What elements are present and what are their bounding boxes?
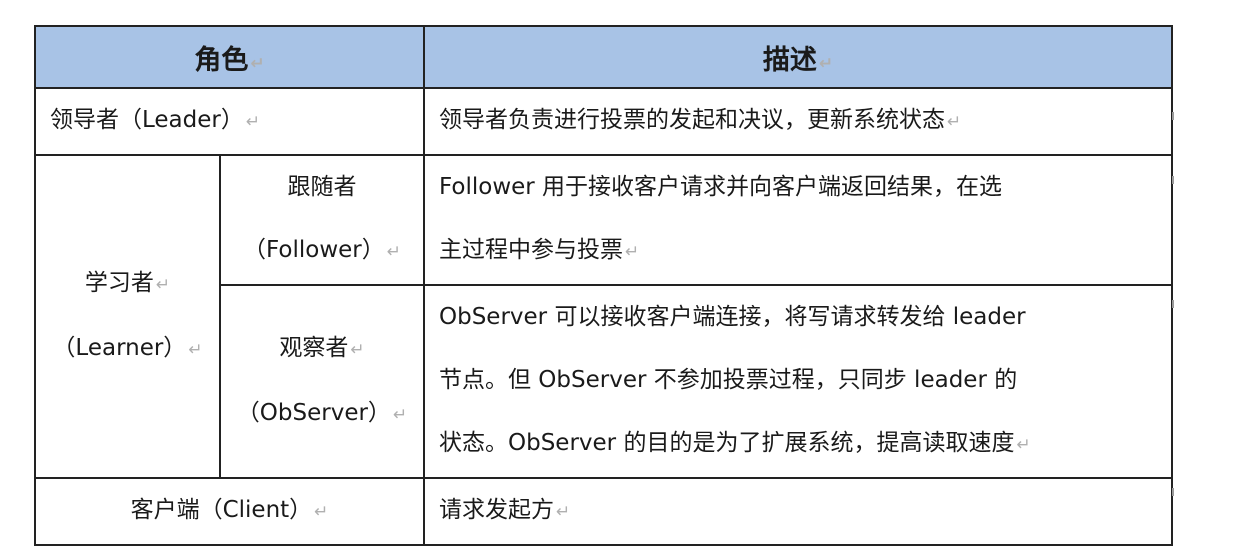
role-header-text: 角色 <box>194 44 249 76</box>
return-mark: ↵ <box>818 53 834 74</box>
learner-name-line: 学习者 ↵ <box>36 252 219 317</box>
return-mark: ↵ <box>250 53 265 74</box>
follower-desc-cell: Follower 用于接收客户请求并向客户端返回结果，在选 主过程中参与投票 ↵ <box>423 154 1173 286</box>
follower-role-cell: 跟随者 （Follower） ↵ <box>219 154 425 286</box>
learner-en-line: （Learner） ↵ <box>36 317 219 382</box>
observer-en-line: （ObServer） ↵ <box>221 382 423 447</box>
leader-desc-text: 领导者负责进行投票的发起和决议，更新系统状态 <box>439 107 945 133</box>
follower-desc-line: Follower 用于接收客户请求并向客户端返回结果，在选 <box>439 174 1003 200</box>
return-mark: ↵ <box>188 339 203 360</box>
client-row: 客户端（Client） ↵ 请求发起方 ↵ <box>34 477 1173 546</box>
role-header: 角色 ↵ <box>34 25 425 89</box>
learner-en: （Learner） <box>52 334 187 361</box>
return-mark: ↵ <box>386 242 401 262</box>
follower-row: 学习者 ↵ （Learner） ↵ 跟随者 （Follower） ↵ Follower… <box>34 154 1173 479</box>
observer-desc-line: 状态。ObServer 的目的是为了扩展系统，提高读取速度 <box>439 430 1015 456</box>
client-role-cell: 客户端（Client） ↵ <box>34 477 425 546</box>
follower-desc-line: 主过程中参与投票 <box>439 237 623 263</box>
observer-desc-line: ObServer 可以接收客户端连接，将写请求转发给 leader <box>439 304 1026 330</box>
return-mark: ↵ <box>155 274 171 295</box>
margin-tick <box>1172 300 1174 308</box>
return-mark: ↵ <box>556 502 571 522</box>
observer-role-cell: 观察者 ↵ （ObServer） ↵ <box>219 284 425 479</box>
leader-role-cell: 领导者（Leader） ↵ <box>34 87 425 156</box>
return-mark: ↵ <box>1016 435 1031 455</box>
leader-role-text: 领导者（Leader） <box>50 107 244 133</box>
follower-en-line: （Follower） ↵ <box>221 219 423 284</box>
leader-desc-cell: 领导者负责进行投票的发起和决议，更新系统状态 ↵ <box>423 87 1173 156</box>
return-mark: ↵ <box>625 242 640 262</box>
learner-name: 学习者 <box>84 269 154 296</box>
leader-row: 领导者（Leader） ↵ 领导者负责进行投票的发起和决议，更新系统状态 ↵ <box>34 87 1173 156</box>
follower-name: 跟随者 <box>287 174 357 200</box>
margin-tick <box>1172 488 1174 496</box>
description-header: 描述 ↵ <box>423 25 1173 89</box>
observer-desc-cell: ObServer 可以接收客户端连接，将写请求转发给 leader 节点。但 O… <box>423 284 1173 479</box>
margin-tick <box>1172 176 1174 184</box>
header-row: 角色 ↵ 描述 ↵ <box>34 25 1173 89</box>
observer-en: （ObServer） <box>236 399 391 426</box>
return-mark: ↵ <box>245 112 261 132</box>
observer-name: 观察者 <box>279 334 349 361</box>
description-header-text: 描述 <box>762 44 817 76</box>
learner-role-cell: 学习者 ↵ （Learner） ↵ <box>34 154 221 479</box>
roles-table: 角色 ↵ 描述 ↵ 领导者（Leader） ↵ 领导者负责进行投票的发起和决议，更新系… <box>34 25 1173 546</box>
return-mark: ↵ <box>392 404 408 425</box>
client-desc-cell: 请求发起方 ↵ <box>423 477 1173 546</box>
observer-name-line: 观察者 ↵ <box>221 317 423 382</box>
observer-desc-line: 节点。但 ObServer 不参加投票过程，只同步 leader 的 <box>439 367 1018 393</box>
return-mark: ↵ <box>314 502 329 522</box>
client-role-text: 客户端（Client） <box>130 497 313 523</box>
return-mark: ↵ <box>350 339 365 360</box>
margin-tick <box>1172 112 1174 120</box>
client-desc-text: 请求发起方 <box>439 497 554 523</box>
return-mark: ↵ <box>947 112 962 132</box>
follower-en: （Follower） <box>242 237 385 263</box>
